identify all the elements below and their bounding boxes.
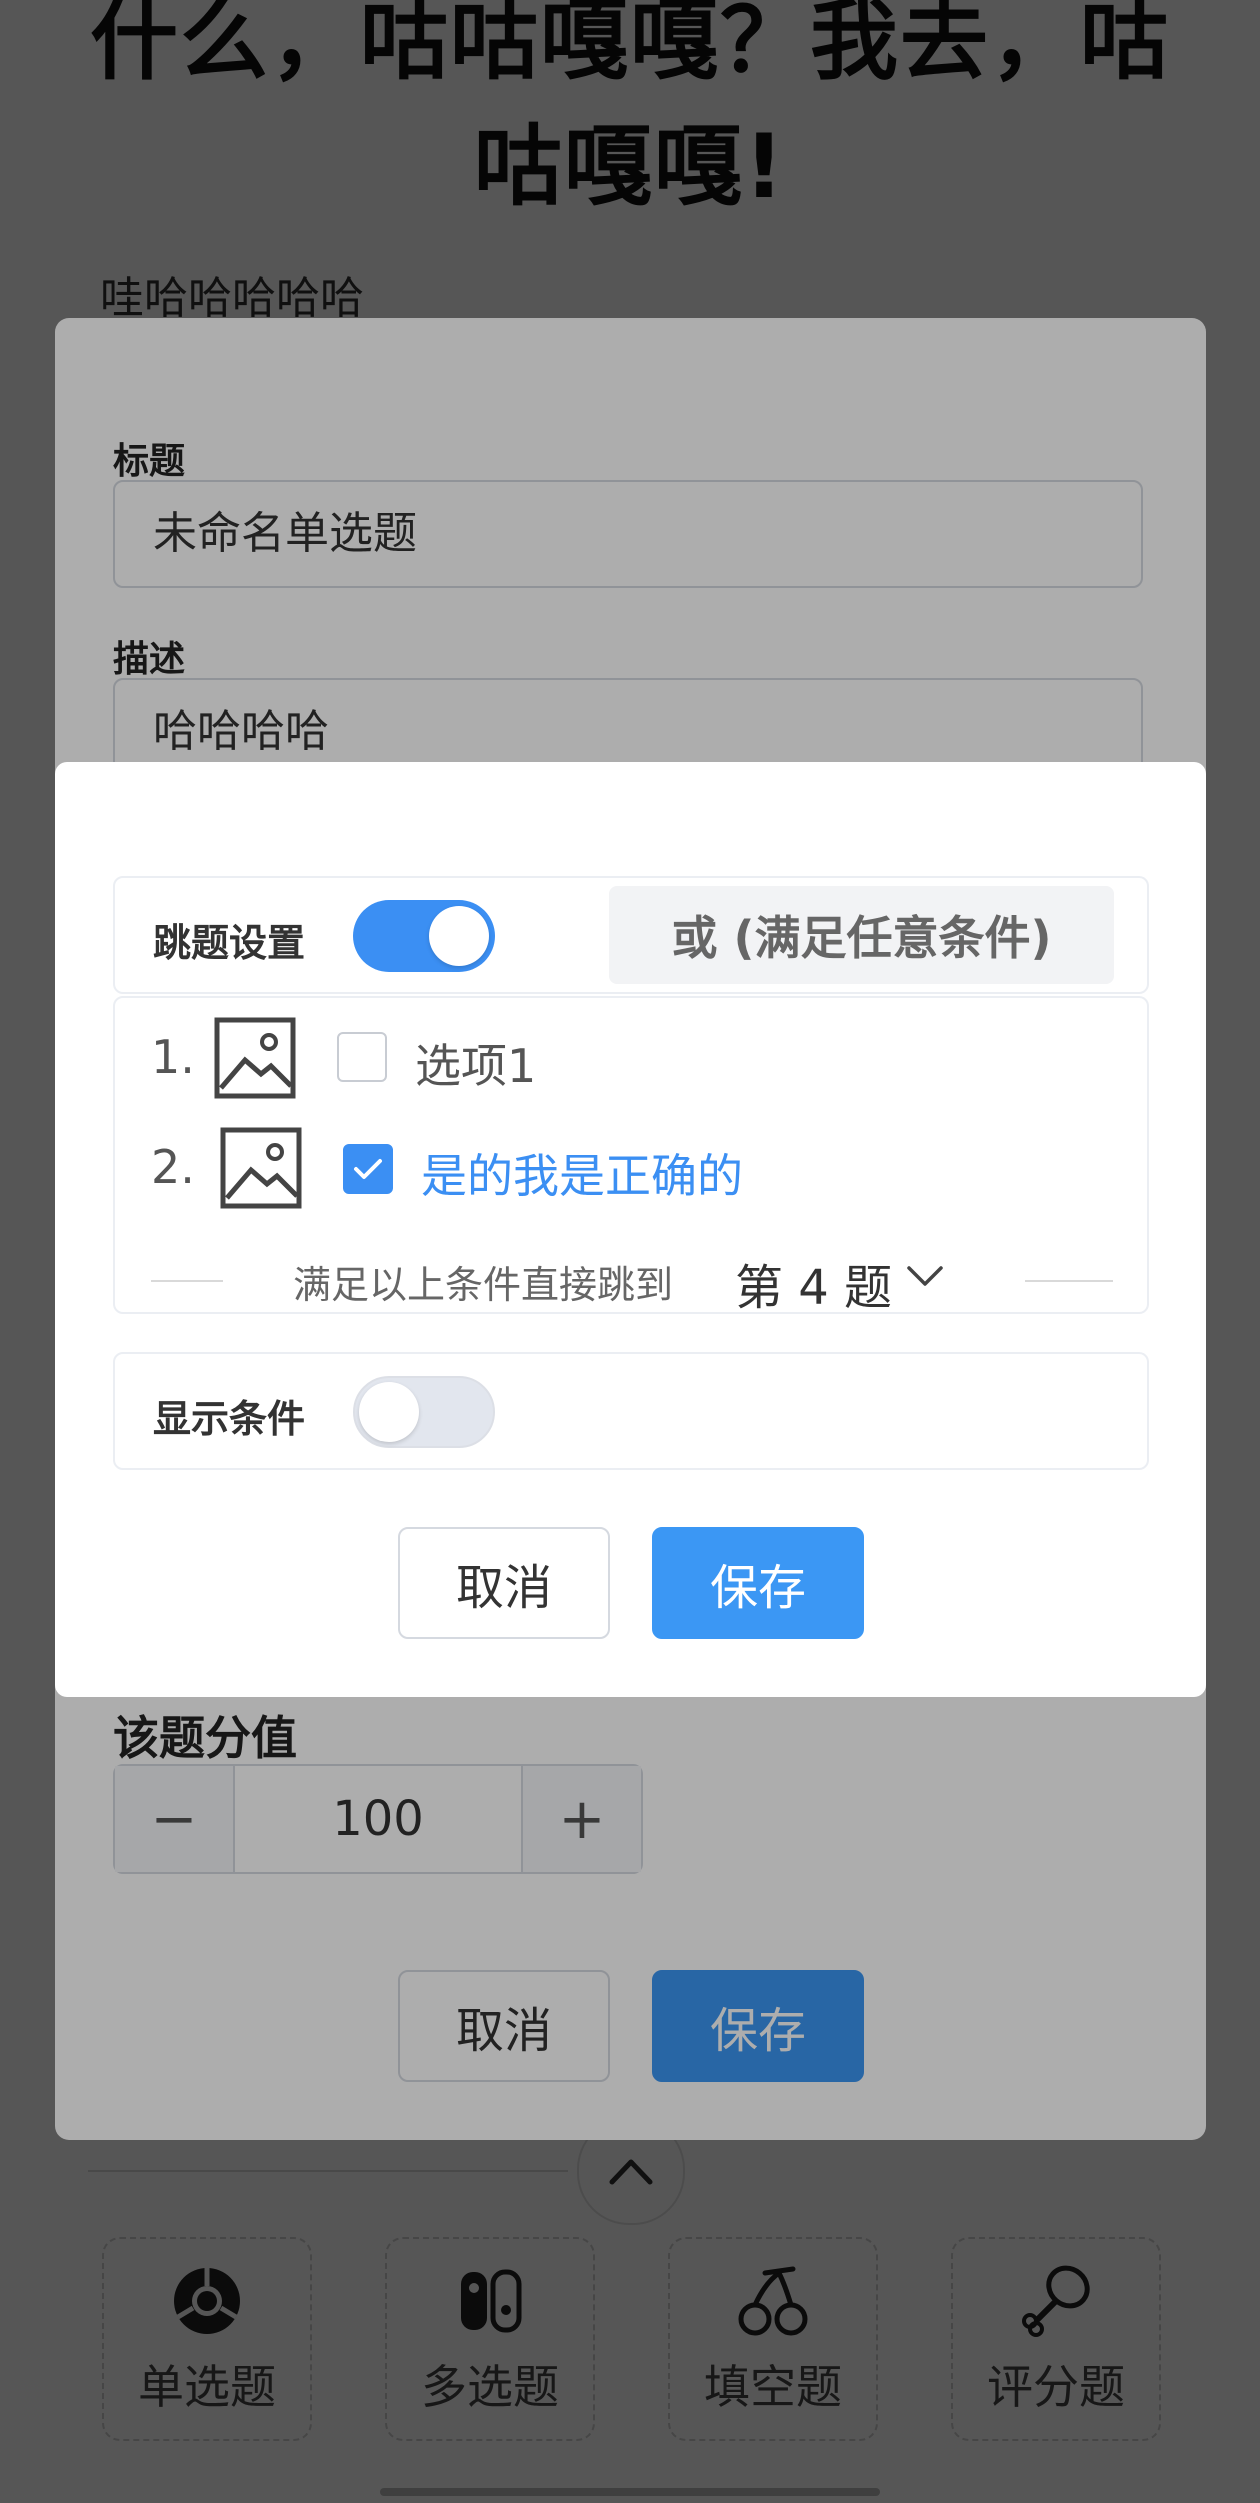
dialog-cancel-button[interactable]: 取消: [398, 1527, 610, 1639]
condition-mode-select[interactable]: 或 (满足任意条件): [609, 886, 1114, 984]
display-condition-toggle[interactable]: [353, 1376, 495, 1448]
divider-line: [1025, 1280, 1113, 1282]
image-placeholder-icon: [214, 1017, 296, 1099]
image-placeholder-icon: [220, 1127, 302, 1209]
display-condition-label: 显示条件: [153, 1397, 306, 1441]
chevron-down-icon[interactable]: [905, 1264, 945, 1288]
option-checkbox[interactable]: [343, 1144, 393, 1194]
checkmark-icon: [354, 1159, 382, 1179]
option-number: 2.: [151, 1140, 195, 1194]
toggle-knob: [359, 1382, 419, 1442]
jump-setting-toggle[interactable]: [353, 900, 495, 972]
dialog-save-button[interactable]: 保存: [652, 1527, 864, 1639]
jump-settings-dialog: 跳题设置 或 (满足任意条件) 1. 选项1 2. 是的我是正确的 满足以上条件…: [55, 762, 1206, 1697]
divider-line: [151, 1280, 223, 1282]
jump-setting-row: 跳题设置 或 (满足任意条件): [113, 876, 1149, 994]
jump-to-label: 满足以上条件直接跳到: [293, 1263, 674, 1307]
option-label: 是的我是正确的: [421, 1149, 743, 1203]
jump-setting-label: 跳题设置: [153, 921, 306, 965]
option-number: 1.: [151, 1030, 195, 1084]
option-row: 1. 选项1: [115, 998, 1115, 1099]
jump-conditions-card: 1. 选项1 2. 是的我是正确的 满足以上条件直接跳到 第 4 题: [113, 996, 1149, 1316]
option-label: 选项1: [415, 1039, 537, 1093]
jump-target-select[interactable]: 第 4 题: [735, 1248, 892, 1318]
option-checkbox[interactable]: [337, 1032, 387, 1082]
option-row: 2. 是的我是正确的: [115, 1112, 1115, 1212]
display-condition-row: 显示条件: [113, 1352, 1149, 1470]
toggle-knob: [429, 906, 489, 966]
